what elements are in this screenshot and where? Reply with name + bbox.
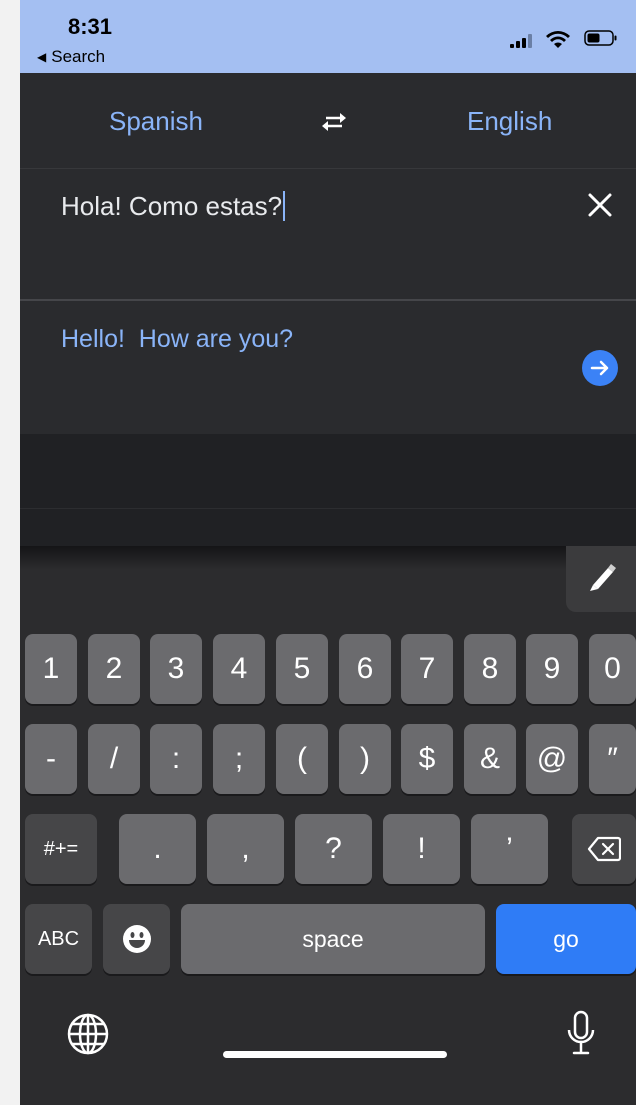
key-ampersand[interactable]: &: [464, 724, 516, 794]
source-language-button[interactable]: Spanish: [109, 106, 203, 137]
swap-arrows-icon[interactable]: [316, 109, 352, 135]
key-6[interactable]: 6: [339, 634, 391, 704]
close-icon[interactable]: [586, 191, 614, 219]
language-bar: Spanish English: [20, 73, 636, 169]
pencil-icon: [590, 564, 616, 591]
key-apostrophe[interactable]: ’: [471, 814, 548, 884]
emoji-icon: [122, 925, 151, 953]
key-slash[interactable]: /: [88, 724, 140, 794]
abc-label: ABC: [37, 927, 80, 950]
key-abc[interactable]: ABC: [25, 904, 92, 974]
key-1[interactable]: 1: [25, 634, 77, 704]
key-colon[interactable]: :: [150, 724, 202, 794]
keyboard: 1 2 3 4 5 6 7 8 9 0 - / : ; ( ) $ & @ ″ …: [20, 546, 636, 1105]
key-3[interactable]: 3: [150, 634, 202, 704]
more-symbols-label: #+=: [43, 837, 79, 860]
status-time: 8:31: [68, 14, 113, 39]
cellular-signal-icon: [510, 34, 532, 48]
arrow-right-circle-icon[interactable]: [582, 350, 618, 386]
key-exclamation[interactable]: !: [383, 814, 460, 884]
status-bar: 8:31 ◀ Search: [20, 0, 636, 73]
source-text-value: Hola! Como estas?: [61, 191, 283, 221]
backspace-icon: [587, 836, 621, 862]
key-more-symbols[interactable]: #+=: [25, 814, 97, 884]
empty-panel-2: [20, 509, 636, 549]
phone-screen: 8:31 ◀ Search Spanish English Hola! Como…: [20, 0, 636, 1105]
key-quote[interactable]: ″: [589, 724, 636, 794]
translation-area: Hello! How are you?: [20, 301, 636, 434]
source-text-area[interactable]: Hola! Como estas?: [20, 169, 636, 301]
key-5[interactable]: 5: [276, 634, 328, 704]
delete-key[interactable]: [572, 814, 636, 884]
back-to-search-link[interactable]: ◀ Search: [37, 47, 105, 67]
go-label: go: [553, 925, 579, 952]
space-key[interactable]: space: [181, 904, 485, 974]
wifi-icon: [546, 31, 570, 48]
globe-icon[interactable]: [66, 1012, 110, 1056]
key-semicolon[interactable]: ;: [213, 724, 265, 794]
key-7[interactable]: 7: [401, 634, 453, 704]
key-comma[interactable]: ,: [207, 814, 284, 884]
key-question[interactable]: ?: [295, 814, 372, 884]
emoji-key[interactable]: [103, 904, 170, 974]
battery-icon: [584, 30, 617, 46]
source-text-input[interactable]: Hola! Como estas?: [61, 191, 286, 222]
back-label: Search: [51, 47, 106, 66]
translation-text: Hello! How are you?: [61, 325, 294, 353]
key-open-paren[interactable]: (: [276, 724, 328, 794]
key-close-paren[interactable]: ): [339, 724, 391, 794]
key-4[interactable]: 4: [213, 634, 265, 704]
key-2[interactable]: 2: [88, 634, 140, 704]
go-key[interactable]: go: [496, 904, 636, 974]
home-indicator[interactable]: [223, 1051, 447, 1058]
empty-panel: [20, 434, 636, 509]
key-9[interactable]: 9: [526, 634, 578, 704]
text-caret: [283, 191, 286, 221]
back-triangle-icon: ◀: [37, 50, 47, 64]
key-0[interactable]: 0: [589, 634, 636, 704]
key-dollar[interactable]: $: [401, 724, 453, 794]
microphone-icon[interactable]: [566, 1010, 596, 1056]
key-8[interactable]: 8: [464, 634, 516, 704]
key-period[interactable]: .: [119, 814, 196, 884]
key-at[interactable]: @: [526, 724, 578, 794]
keyboard-shadow: [20, 546, 566, 570]
target-language-button[interactable]: English: [467, 106, 552, 137]
handwriting-tab[interactable]: [566, 546, 636, 612]
key-hyphen[interactable]: -: [25, 724, 77, 794]
space-label: space: [302, 925, 364, 952]
